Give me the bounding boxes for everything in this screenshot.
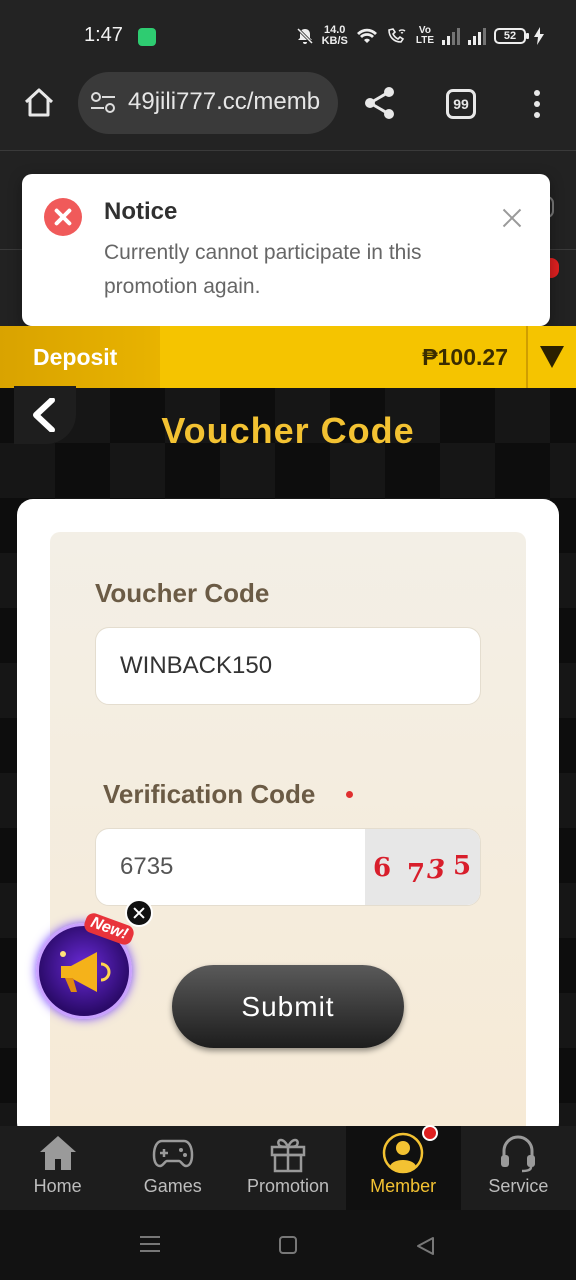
captcha-char: 6 (373, 853, 392, 883)
system-home-icon[interactable] (279, 1236, 297, 1254)
status-time: 1:47 (84, 24, 123, 46)
tab-switcher-button[interactable]: 99 (446, 89, 476, 119)
captcha-char: 7 (407, 859, 426, 889)
status-bar: 1:47 14.0 KB/S Vo LTE 52 (0, 0, 576, 72)
signal-icon-1 (442, 27, 460, 45)
wifi-calling-icon (388, 28, 406, 43)
net-speed-unit: KB/S (321, 35, 348, 47)
nav-item-service[interactable]: Service (461, 1126, 576, 1210)
notice-message: Currently cannot participate in this pro… (104, 241, 422, 298)
wallet-balance: ₱100.27 (422, 344, 508, 370)
nav-item-home[interactable]: Home (0, 1126, 115, 1210)
nav-label: Promotion (246, 1176, 329, 1196)
headset-icon (501, 1135, 536, 1173)
captcha-image[interactable]: 6 7 3 5 (365, 829, 480, 905)
gift-icon (270, 1138, 306, 1173)
volte-indicator: Vo LTE (416, 26, 434, 46)
status-icons: 14.0 KB/S Vo LTE 52 (296, 22, 544, 50)
nav-label: Member (370, 1176, 437, 1196)
site-settings-icon[interactable] (90, 92, 116, 114)
captcha-char: 3 (427, 855, 446, 885)
required-indicator (346, 791, 353, 798)
browser-toolbar: 49jili777.cc/memb 99 (0, 72, 576, 150)
deposit-bar: Deposit ₱100.27 (0, 326, 576, 388)
charging-bolt-icon (534, 27, 544, 45)
error-icon (44, 198, 82, 236)
verification-code-label: Verification Code (103, 779, 316, 809)
member-notification-dot (422, 1125, 438, 1141)
system-back-icon[interactable] (415, 1236, 435, 1256)
gamepad-icon (152, 1139, 194, 1168)
notice-dialog: Notice Currently cannot participate in t… (22, 174, 550, 326)
nav-label: Games (143, 1176, 202, 1196)
nav-label: Home (33, 1176, 82, 1196)
voucher-code-label: Voucher Code (95, 578, 270, 608)
nav-item-promotion[interactable]: Promotion (230, 1126, 345, 1210)
system-navigation-bar (0, 1210, 576, 1280)
submit-button[interactable]: Submit (172, 965, 404, 1048)
wifi-icon (356, 28, 377, 43)
home-icon (39, 1136, 76, 1170)
balance-dropdown-icon[interactable] (540, 346, 564, 368)
url-bar[interactable]: 49jili777.cc/memb (78, 72, 338, 134)
nav-label: Service (488, 1176, 549, 1196)
home-outline-icon (24, 88, 54, 117)
bottom-nav: Home Games Promotion Member Service (0, 1126, 576, 1210)
notice-title: Notice (104, 198, 178, 225)
browser-menu-button[interactable] (533, 90, 541, 118)
deposit-button[interactable]: Deposit (0, 326, 160, 388)
voucher-code-input[interactable]: WINBACK150 (95, 627, 481, 705)
share-icon (365, 87, 394, 119)
member-icon (382, 1132, 424, 1174)
page-title: Voucher Code (161, 410, 415, 451)
verification-code-value[interactable]: 6735 (120, 853, 173, 880)
notice-close-icon[interactable] (500, 206, 524, 230)
browser-home-button[interactable] (22, 86, 56, 120)
share-button[interactable] (364, 86, 396, 125)
bell-off-icon (296, 27, 313, 45)
nav-item-games[interactable]: Games (115, 1126, 230, 1210)
volte-bottom: LTE (415, 35, 434, 46)
network-speed: 14.0 KB/S (322, 25, 348, 47)
promo-close-icon[interactable] (125, 899, 153, 927)
recent-apps-icon[interactable] (140, 1236, 160, 1252)
megaphone-icon (60, 951, 111, 992)
message-app-icon (138, 28, 156, 46)
battery-icon: 52 (494, 28, 529, 44)
signal-icon-2 (468, 27, 486, 45)
nav-item-member[interactable]: Member (345, 1126, 461, 1210)
verification-code-input[interactable]: 6735 6 7 3 5 (95, 828, 481, 906)
captcha-char: 5 (453, 851, 472, 881)
url-text[interactable]: 49jili777.cc/memb (128, 88, 328, 116)
